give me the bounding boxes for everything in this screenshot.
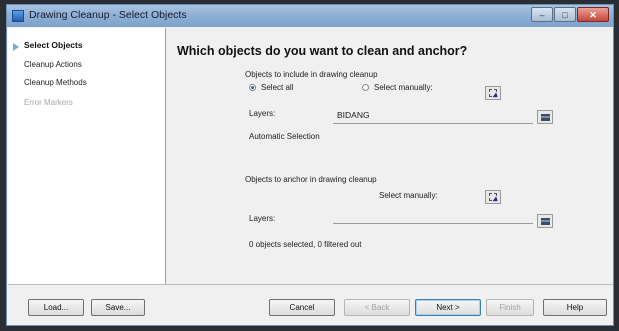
layers-icon — [541, 218, 550, 225]
step-select-objects[interactable]: Select Objects — [24, 40, 83, 50]
anchor-section-label: Objects to anchor in drawing cleanup — [245, 175, 377, 184]
next-button[interactable]: Next > — [415, 299, 481, 316]
back-button: < Back — [344, 299, 410, 316]
step-error-markers: Error Markers — [24, 98, 73, 107]
help-button[interactable]: Help — [543, 299, 607, 316]
close-button[interactable]: ✕ — [577, 7, 609, 22]
select-objects-icon — [489, 89, 497, 97]
drawing-cleanup-dialog: Drawing Cleanup - Select Objects – □ ✕ S… — [6, 4, 614, 326]
current-step-arrow-icon — [13, 43, 19, 51]
app-icon — [12, 10, 24, 22]
include-section-label: Objects to include in drawing cleanup — [245, 70, 378, 79]
select-all-radio[interactable] — [249, 84, 256, 91]
main-panel: Which objects do you want to clean and a… — [167, 28, 613, 284]
anchor-status-text: 0 objects selected, 0 filtered out — [249, 240, 362, 249]
wizard-steps-sidebar: Select Objects Cleanup Actions Cleanup M… — [8, 28, 166, 284]
include-layers-label: Layers: — [249, 109, 276, 118]
anchor-select-manually-label[interactable]: Select manually: — [379, 191, 438, 200]
automatic-selection-text: Automatic Selection — [249, 132, 320, 141]
minimize-button[interactable]: – — [531, 7, 553, 22]
include-layers-value[interactable]: BIDANG — [337, 110, 370, 120]
anchor-layers-label: Layers: — [249, 214, 276, 223]
page-title: Which objects do you want to clean and a… — [177, 44, 468, 58]
anchor-select-objects-button[interactable] — [485, 190, 501, 204]
select-manually-label[interactable]: Select manually: — [374, 83, 433, 92]
window-controls: – □ ✕ — [531, 7, 609, 22]
layers-icon — [541, 114, 550, 121]
select-all-label[interactable]: Select all — [261, 83, 293, 92]
window-title: Drawing Cleanup - Select Objects — [29, 9, 187, 21]
select-objects-button[interactable] — [485, 86, 501, 100]
title-bar[interactable]: Drawing Cleanup - Select Objects – □ ✕ — [7, 5, 613, 27]
anchor-layers-field-line — [333, 223, 533, 224]
include-layers-field-line — [333, 123, 533, 124]
anchor-layers-button[interactable] — [537, 214, 553, 228]
step-cleanup-methods[interactable]: Cleanup Methods — [24, 78, 87, 87]
maximize-button[interactable]: □ — [554, 7, 576, 22]
cancel-button[interactable]: Cancel — [269, 299, 335, 316]
load-button[interactable]: Load... — [28, 299, 84, 316]
include-layers-button[interactable] — [537, 110, 553, 124]
finish-button: Finish — [486, 299, 534, 316]
step-cleanup-actions[interactable]: Cleanup Actions — [24, 60, 82, 69]
save-button[interactable]: Save... — [91, 299, 145, 316]
footer-divider — [8, 284, 613, 285]
select-objects-icon — [489, 193, 497, 201]
select-manually-radio[interactable] — [362, 84, 369, 91]
